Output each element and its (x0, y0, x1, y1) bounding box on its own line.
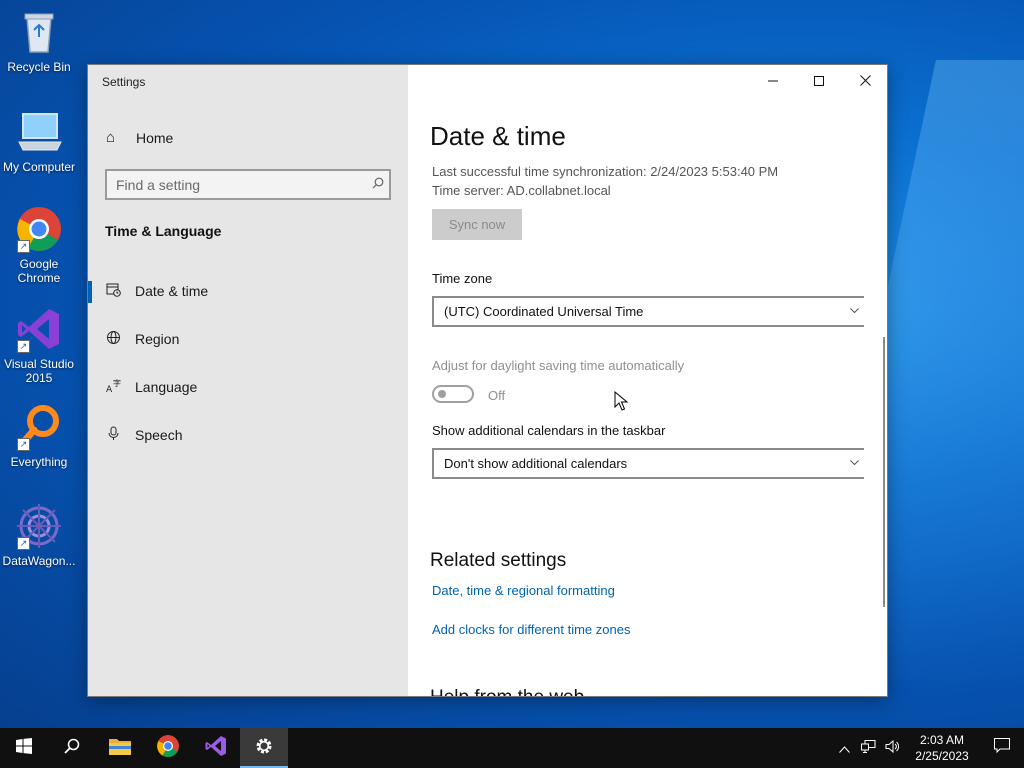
time-zone-dropdown[interactable]: (UTC) Coordinated Universal Time (432, 296, 864, 327)
scrollbar[interactable] (883, 337, 885, 607)
regional-formatting-link[interactable]: Date, time & regional formatting (432, 583, 615, 598)
close-button[interactable] (842, 65, 887, 97)
visual-studio-icon: ↗ (15, 305, 63, 353)
section-title: Time & Language (105, 223, 222, 239)
mouse-cursor-icon (614, 391, 628, 411)
sidebar-item-label: Date & time (135, 283, 209, 299)
globe-icon (105, 330, 121, 348)
taskbar-search-button[interactable] (48, 728, 96, 768)
calendar-clock-icon (105, 282, 121, 300)
sync-info-text: Last successful time synchronization: 2/… (432, 164, 779, 179)
start-button[interactable] (0, 728, 48, 768)
taskbar-file-explorer[interactable] (96, 728, 144, 768)
chrome-icon (156, 734, 180, 763)
clock-date: 2/25/2023 (915, 749, 969, 763)
sidebar-item-label: Language (135, 379, 198, 395)
desktop-icon-visual-studio[interactable]: ↗ Visual Studio 2015 (0, 305, 78, 385)
search-box (105, 169, 391, 200)
calendars-value: Don't show additional calendars (444, 456, 628, 471)
datawagon-icon: ↗ (15, 502, 63, 550)
clock-time: 2:03 AM (919, 733, 965, 747)
desktop-icon-datawagon[interactable]: ↗ DataWagon... (0, 502, 78, 568)
start-icon (16, 737, 32, 759)
chrome-icon: ↗ (15, 205, 63, 253)
chevron-down-icon (850, 458, 864, 469)
maximize-button[interactable] (796, 65, 842, 97)
maximize-icon (814, 73, 824, 89)
computer-icon (15, 108, 63, 156)
desktop-icon-label: Google Chrome (17, 257, 61, 285)
minimize-button[interactable] (750, 65, 796, 97)
dst-toggle[interactable] (432, 385, 474, 403)
volume-icon[interactable] (880, 739, 904, 756)
everything-search-icon: ↗ (15, 403, 63, 451)
action-center-button[interactable] (980, 728, 1024, 768)
chevron-down-icon (850, 306, 864, 317)
content-pane: Date & time Last successful time synchro… (408, 65, 887, 696)
chevron-up-icon[interactable] (832, 741, 856, 756)
search-input[interactable] (107, 170, 367, 199)
sidebar-item-speech[interactable]: Speech (88, 415, 408, 455)
microphone-icon (105, 426, 121, 444)
taskbar-clock[interactable]: 2:03 AM 2/25/2023 (904, 732, 980, 764)
time-zone-label: Time zone (432, 271, 493, 286)
recycle-bin-icon (15, 8, 63, 56)
desktop-icon-my-computer[interactable]: My Computer (0, 108, 78, 174)
search-icon (64, 738, 80, 759)
svg-text:字: 字 (113, 378, 121, 388)
sidebar-item-region[interactable]: Region (88, 319, 408, 359)
home-nav-item[interactable]: ⌂ Home (106, 129, 173, 146)
time-zone-value: (UTC) Coordinated Universal Time (444, 304, 644, 319)
desktop-icon-label: Recycle Bin (7, 60, 71, 74)
minimize-icon (768, 73, 778, 89)
desktop-icon-label: Visual Studio 2015 (4, 357, 74, 385)
system-tray: 2:03 AM 2/25/2023 (832, 728, 1024, 768)
visual-studio-icon (204, 734, 228, 763)
sidebar-item-label: Speech (135, 427, 183, 443)
taskbar: 2:03 AM 2/25/2023 (0, 728, 1024, 768)
svg-text:A: A (106, 385, 113, 393)
home-icon: ⌂ (106, 129, 116, 146)
settings-gear-icon (254, 736, 274, 761)
desktop-icon-label: DataWagon... (2, 554, 76, 568)
settings-window: Settings ⌂ Home Time & Language Date & t… (87, 64, 888, 697)
toggle-knob (438, 390, 446, 398)
sidebar-item-date-time[interactable]: Date & time (88, 271, 408, 311)
calendars-label: Show additional calendars in the taskbar (432, 423, 666, 438)
taskbar-settings[interactable] (240, 728, 288, 768)
home-label: Home (136, 129, 174, 146)
language-icon: A字 (105, 378, 121, 396)
help-section-heading: Help from the web (430, 687, 584, 696)
file-explorer-icon (109, 737, 131, 760)
time-server-text: Time server: AD.collabnet.local (432, 183, 611, 198)
close-icon (859, 73, 871, 89)
add-clocks-link[interactable]: Add clocks for different time zones (432, 622, 630, 637)
desktop-icon-label: My Computer (2, 160, 76, 174)
desktop-icon-google-chrome[interactable]: ↗ Google Chrome (0, 205, 78, 285)
network-icon[interactable] (856, 740, 880, 756)
taskbar-visual-studio[interactable] (192, 728, 240, 768)
sidebar-item-label: Region (135, 331, 180, 347)
sidebar-item-language[interactable]: A字 Language (88, 367, 408, 407)
sidebar: Settings ⌂ Home Time & Language Date & t… (88, 65, 408, 696)
sync-now-button[interactable]: Sync now (432, 209, 522, 240)
taskbar-chrome[interactable] (144, 728, 192, 768)
dst-label: Adjust for daylight saving time automati… (432, 358, 685, 373)
search-icon[interactable] (367, 177, 389, 192)
calendars-dropdown[interactable]: Don't show additional calendars (432, 448, 864, 479)
related-settings-heading: Related settings (430, 550, 567, 571)
desktop-icon-recycle-bin[interactable]: Recycle Bin (0, 8, 78, 74)
window-title: Settings (102, 75, 146, 89)
desktop-icon-label: Everything (10, 455, 68, 469)
notification-icon (994, 738, 1010, 758)
page-title: Date & time (430, 121, 566, 151)
desktop-icon-everything[interactable]: ↗ Everything (0, 403, 78, 469)
dst-state-text: Off (488, 388, 506, 403)
